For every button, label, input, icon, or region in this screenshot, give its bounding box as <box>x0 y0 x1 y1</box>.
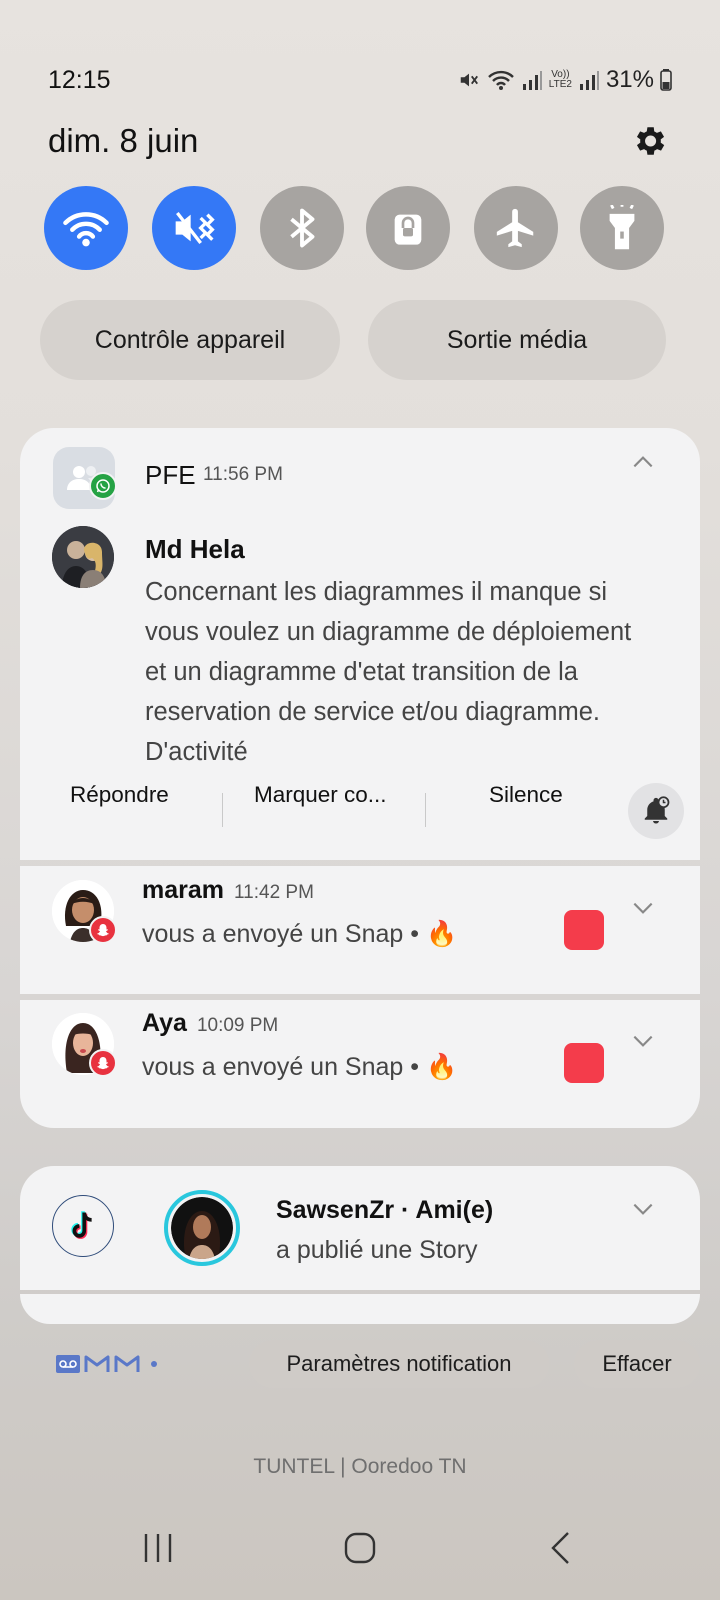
gmail-icon <box>114 1355 140 1372</box>
flashlight-icon <box>609 205 635 250</box>
status-icons: Vo)) LTE2 31% <box>457 66 672 94</box>
snapchat-icon <box>97 1057 109 1070</box>
snooze-button[interactable] <box>628 783 684 839</box>
pending-app-icons <box>56 1354 160 1374</box>
toggle-wifi[interactable] <box>44 186 128 270</box>
chevron-down-icon[interactable] <box>630 1196 656 1222</box>
mute-vibrate-icon <box>175 211 215 245</box>
bell-snooze-icon <box>644 796 670 824</box>
message-text: Concernant les diagrammes il manque si v… <box>145 578 632 766</box>
snapchat-badge <box>89 916 117 944</box>
lte-label: LTE2 <box>548 79 572 90</box>
tiktok-app-icon <box>52 1195 114 1257</box>
wifi-icon <box>63 212 109 247</box>
maram-header: maram 11:42 PM <box>142 876 314 905</box>
maram-time: 11:42 PM <box>234 882 314 903</box>
group-title: PFE <box>145 460 196 490</box>
story-avatar <box>164 1190 240 1266</box>
toggle-sound[interactable] <box>152 186 236 270</box>
aya-text: vous a envoyé un Snap • 🔥 <box>142 1053 458 1081</box>
mark-as-read-button[interactable]: Marquer co... <box>254 782 387 808</box>
reply-button[interactable]: Répondre <box>70 782 169 808</box>
maram-name: maram <box>142 876 224 904</box>
notification-card-tiktok[interactable] <box>20 1166 700 1290</box>
whatsapp-icon <box>96 479 110 493</box>
toggle-airplane[interactable] <box>474 186 558 270</box>
gmail-icon <box>84 1355 110 1372</box>
tiktok-title: SawsenZr · Ami(e) <box>276 1196 494 1224</box>
status-time: 12:15 <box>48 66 111 94</box>
bitmoji-avatar <box>171 1197 233 1259</box>
chevron-up-icon[interactable] <box>630 449 656 475</box>
snap-thumbnail <box>564 1043 604 1083</box>
back-icon[interactable] <box>544 1530 580 1566</box>
maram-text: vous a envoyé un Snap • 🔥 <box>142 920 458 948</box>
snapchat-icon <box>97 924 109 937</box>
volte-icon: Vo)) LTE2 <box>549 70 572 90</box>
toggle-flashlight[interactable] <box>580 186 664 270</box>
device-control-button[interactable]: Contrôle appareil <box>40 300 340 380</box>
airplane-icon <box>496 208 534 248</box>
clear-all-button[interactable]: Effacer <box>574 1340 700 1388</box>
action-divider <box>222 793 223 827</box>
signal-icon <box>522 71 542 90</box>
battery-icon <box>660 69 672 91</box>
snapchat-badge <box>89 1049 117 1077</box>
tiktok-text: a publié une Story <box>276 1236 478 1264</box>
toggle-screen-lock[interactable] <box>366 186 450 270</box>
media-output-button[interactable]: Sortie média <box>368 300 666 380</box>
recent-apps-icon[interactable] <box>140 1530 176 1566</box>
whatsapp-badge <box>89 472 117 500</box>
sender-avatar <box>52 526 114 588</box>
header-date: dim. 8 juin <box>48 122 199 159</box>
chevron-down-icon[interactable] <box>630 895 656 921</box>
silence-button[interactable]: Silence <box>489 782 563 808</box>
aya-name: Aya <box>142 1009 187 1037</box>
group-time: 11:56 PM <box>203 464 283 485</box>
aya-header: Aya 10:09 PM <box>142 1009 278 1038</box>
home-icon[interactable] <box>342 1530 378 1566</box>
lock-icon <box>394 214 422 245</box>
avatar-photo <box>52 526 114 588</box>
mute-icon <box>460 73 478 87</box>
tiktok-icon <box>71 1211 92 1239</box>
voicemail-icon <box>56 1355 80 1373</box>
snap-thumbnail <box>564 910 604 950</box>
notification-card-stack <box>20 1294 700 1324</box>
toggle-bluetooth[interactable] <box>260 186 344 270</box>
carrier-label: TUNTEL | Ooredoo TN <box>253 1455 467 1478</box>
notification-settings-button[interactable]: Paramètres notification <box>249 1340 549 1388</box>
wifi-icon <box>487 70 514 90</box>
signal-icon <box>579 71 599 90</box>
message-sender: Md Hela <box>145 534 245 564</box>
bluetooth-icon <box>290 208 315 248</box>
chevron-down-icon[interactable] <box>630 1028 656 1054</box>
aya-time: 10:09 PM <box>196 1015 279 1036</box>
action-divider <box>425 793 426 827</box>
gear-icon[interactable] <box>630 122 668 160</box>
more-dot-icon <box>151 1361 157 1367</box>
battery-percent: 31% <box>605 66 654 93</box>
